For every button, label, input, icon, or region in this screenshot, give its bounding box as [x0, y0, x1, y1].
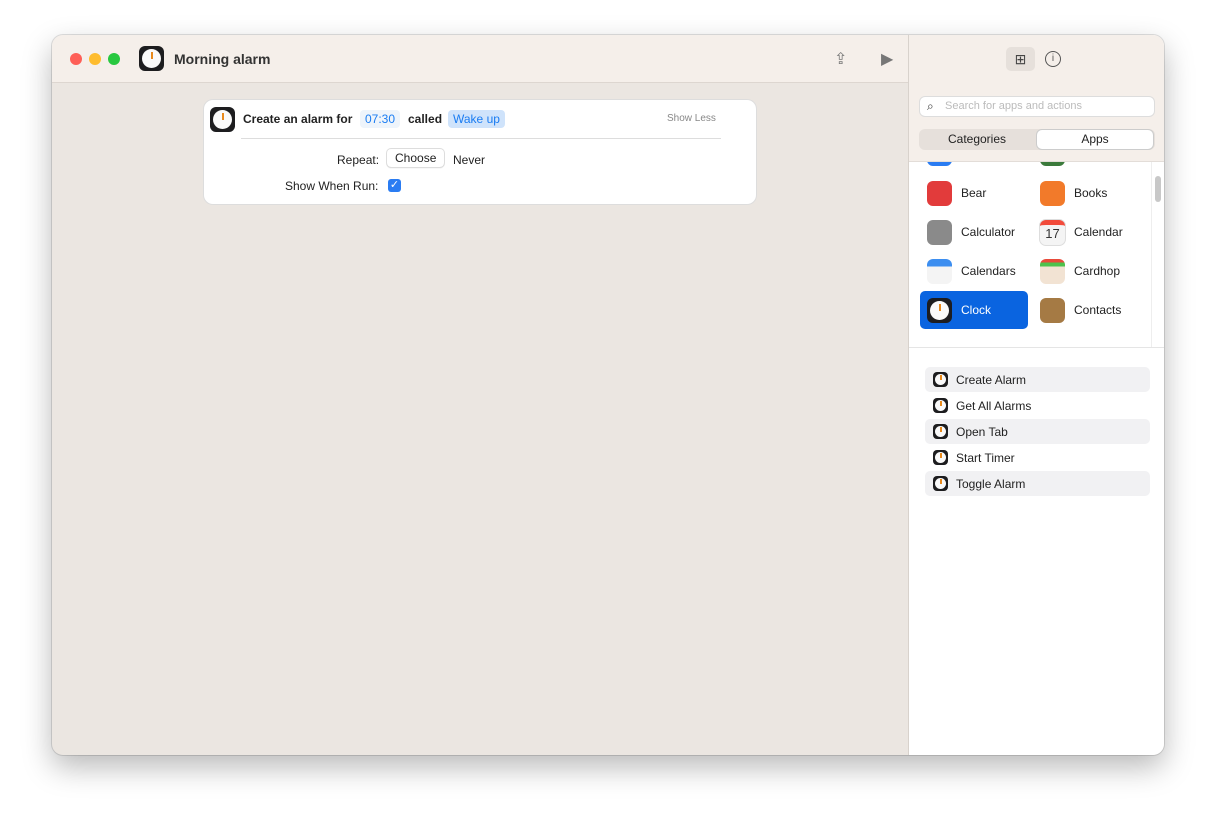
- close-button[interactable]: [70, 53, 82, 65]
- tab-categories[interactable]: Categories: [921, 130, 1033, 149]
- app-label: Calendar: [1074, 225, 1123, 239]
- app-label: Books: [1074, 186, 1108, 200]
- sidebar: ⊞ i ⌕ Search for apps and actions Categor…: [908, 35, 1164, 755]
- action-open-tab[interactable]: Open Tab: [925, 419, 1150, 444]
- clock-app-icon: [139, 46, 164, 71]
- action-start-timer[interactable]: Start Timer: [925, 445, 1150, 470]
- calculator-icon: [927, 220, 952, 245]
- window-title: Morning alarm: [174, 51, 271, 67]
- clock-icon: [933, 450, 948, 465]
- clock-icon: [933, 372, 948, 387]
- time-token[interactable]: 07:30: [360, 110, 401, 128]
- sidebar-header: ⊞ i ⌕ Search for apps and actions Categor…: [909, 35, 1164, 162]
- info-icon[interactable]: i: [1045, 51, 1061, 67]
- app-bear[interactable]: Bear: [920, 174, 1028, 212]
- app-cardhop[interactable]: Cardhop: [1033, 252, 1141, 290]
- app-books[interactable]: Books: [1033, 174, 1141, 212]
- search-icon: ⌕: [927, 99, 934, 113]
- show-when-run-checkbox[interactable]: ✓: [388, 179, 401, 192]
- show-when-run-label: Show When Run:: [285, 179, 379, 193]
- cardhop-icon: [1040, 259, 1065, 284]
- action-get-all-alarms[interactable]: Get All Alarms: [925, 393, 1150, 418]
- contacts-icon: [1040, 298, 1065, 323]
- search-placeholder: Search for apps and actions: [945, 100, 1082, 112]
- app-calculator[interactable]: Calculator: [920, 213, 1028, 251]
- app-label: Contacts: [1074, 303, 1122, 317]
- search-input[interactable]: ⌕ Search for apps and actions: [920, 97, 1154, 116]
- called-label: called: [408, 112, 443, 126]
- repeat-value: Never: [453, 153, 486, 167]
- clock-icon: [933, 424, 948, 439]
- action-toggle-alarm[interactable]: Toggle Alarm: [925, 471, 1150, 496]
- create-alarm-action: Create an alarm for 07:30 called Wake up…: [204, 100, 756, 204]
- action-label: Toggle Alarm: [956, 477, 1026, 491]
- title-bar: Morning alarm ⇪ ▶: [52, 35, 908, 83]
- app-contacts[interactable]: Contacts: [1033, 291, 1141, 329]
- clock-icon: [927, 298, 952, 323]
- clock-icon: [933, 476, 948, 491]
- action-label: Create Alarm: [956, 373, 1027, 387]
- shortcuts-window: Morning alarm ⇪ ▶ Create an alarm for 07…: [52, 35, 1164, 755]
- name-token[interactable]: Wake up: [448, 110, 505, 128]
- action-library-icon[interactable]: ⊞: [1006, 47, 1035, 71]
- scrollbar[interactable]: [1155, 176, 1161, 202]
- tab-apps[interactable]: Apps: [1037, 130, 1153, 149]
- action-label: Start Timer: [956, 451, 1015, 465]
- calendars-icon: [927, 259, 952, 284]
- app-calendars[interactable]: Calendars: [920, 252, 1028, 290]
- minimize-button[interactable]: [89, 53, 101, 65]
- repeat-label: Repeat:: [337, 153, 380, 167]
- apps-grid: Bear Books Calculator 17 Calendar Calenda…: [909, 162, 1164, 348]
- books-icon: [1040, 181, 1065, 206]
- choose-button[interactable]: Choose: [387, 149, 444, 167]
- share-icon[interactable]: ⇪: [834, 49, 847, 69]
- action-create-alarm[interactable]: Create Alarm: [925, 367, 1150, 392]
- app-label: Clock: [961, 303, 992, 317]
- app-calendar[interactable]: 17 Calendar: [1033, 213, 1141, 251]
- app-label: Bear: [961, 186, 987, 200]
- show-less-button[interactable]: Show Less: [667, 113, 716, 124]
- clock-icon: [210, 107, 235, 132]
- action-label: Open Tab: [956, 425, 1008, 439]
- action-label: Get All Alarms: [956, 399, 1032, 413]
- app-label: Calculator: [961, 225, 1016, 239]
- bear-icon: [927, 181, 952, 206]
- run-icon[interactable]: ▶: [881, 49, 893, 69]
- clock-icon: [933, 398, 948, 413]
- divider: [241, 138, 721, 139]
- app-label: Calendars: [961, 264, 1016, 278]
- app-label: Cardhop: [1074, 264, 1121, 278]
- segmented-control: Categories Apps: [919, 129, 1155, 150]
- app-clock[interactable]: Clock: [920, 291, 1028, 329]
- calendar-icon: 17: [1040, 220, 1065, 245]
- action-prefix: Create an alarm for: [243, 112, 353, 126]
- zoom-button[interactable]: [108, 53, 120, 65]
